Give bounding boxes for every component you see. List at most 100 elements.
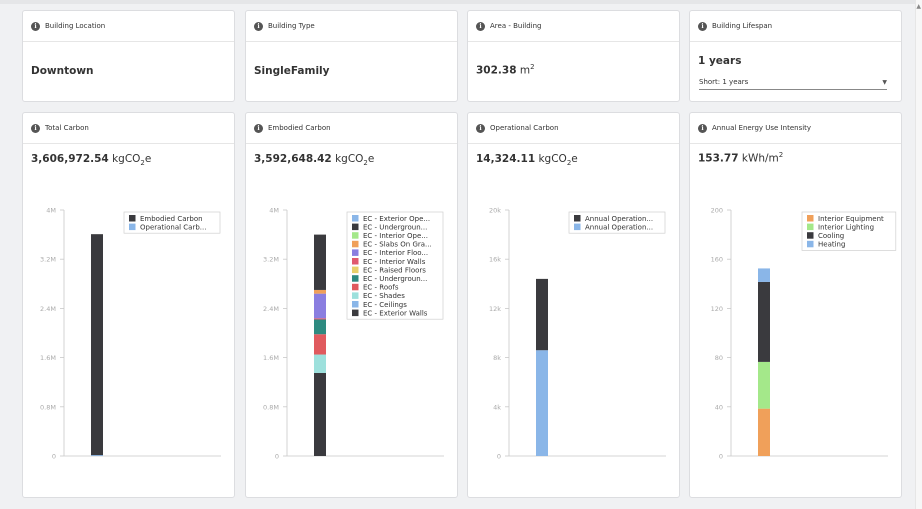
y-tick-label: 120: [711, 305, 723, 313]
y-tick-label: 2.4M: [40, 305, 56, 313]
legend-label: EC - Roofs: [363, 284, 399, 292]
y-tick-label: 0: [497, 453, 501, 461]
card-value: 302.38 m2: [476, 63, 535, 77]
bar-segment[interactable]: [758, 361, 770, 409]
legend-swatch: [352, 215, 359, 222]
y-tick-label: 160: [711, 256, 723, 264]
total-carbon-chart: 0 0.8M 1.6M 2.4M 3.2M 4M Embodied CarbonOperat…: [40, 207, 221, 461]
bar-segment[interactable]: [91, 455, 103, 456]
card-value: 3,592,648.42 kgCO2e: [254, 153, 375, 168]
legend-label: Embodied Carbon: [140, 215, 203, 223]
bar-segment[interactable]: [536, 350, 548, 456]
bar-segment[interactable]: [758, 268, 770, 282]
card-header: i Total Carbon: [23, 113, 234, 144]
legend-swatch: [352, 283, 359, 291]
card-value: 153.77 kWh/m2: [698, 151, 784, 165]
lifespan-select[interactable]: Short: 1 years ▼: [699, 75, 887, 90]
bar-segment[interactable]: [314, 293, 326, 319]
legend-swatch: [129, 223, 136, 231]
legend-swatch: [352, 266, 359, 274]
bar-segment[interactable]: [758, 408, 770, 456]
card-title: Building Location: [45, 22, 106, 30]
legend-swatch: [807, 215, 814, 222]
embodied-carbon-chart: 00.8M1.6M2.4M3.2M4MEC - Exterior Ope...E…: [263, 207, 444, 461]
y-tick-label: 1.6M: [263, 354, 279, 362]
legend-label: EC - Exterior Walls: [363, 309, 428, 317]
y-tick-label: 8k: [493, 354, 501, 362]
card-value: Downtown: [31, 65, 94, 77]
legend-swatch: [807, 240, 814, 248]
legend-label: EC - Interior Floo...: [363, 249, 428, 257]
card-building-location: i Building Location Downtown: [22, 10, 235, 102]
info-icon[interactable]: i: [698, 123, 707, 133]
bar-segment[interactable]: [314, 234, 326, 290]
scroll-up-icon[interactable]: ▲: [916, 3, 921, 10]
legend-label: EC - Raised Floors: [363, 266, 426, 274]
card-total-carbon: i Total Carbon 3,606,972.54 kgCO2e 0 0.8M…: [22, 112, 235, 498]
info-icon[interactable]: i: [31, 21, 40, 31]
legend-label: EC - Interior Ope...: [363, 232, 428, 240]
card-title: Annual Energy Use Intensity: [712, 124, 812, 132]
legend-label: EC - Ceilings: [363, 301, 407, 309]
y-tick-label: 0: [52, 453, 56, 461]
y-tick-label: 2.4M: [263, 305, 279, 313]
info-icon[interactable]: i: [31, 123, 40, 133]
legend-label: Annual Operation...: [585, 215, 653, 223]
legend-swatch: [574, 215, 581, 222]
legend-swatch: [352, 223, 359, 231]
legend-label: Interior Equipment: [818, 215, 884, 223]
card-operational-carbon: i Operational Carbon 14,324.11 kgCO2e 0 4…: [467, 112, 680, 498]
y-tick-label: 0.8M: [40, 403, 56, 411]
card-header: i Operational Carbon: [468, 113, 679, 144]
card-embodied-carbon: i Embodied Carbon 3,592,648.42 kgCO2e 0 0…: [245, 112, 458, 498]
info-icon[interactable]: i: [698, 21, 707, 31]
card-value: 1 years: [698, 55, 742, 67]
bar-segment[interactable]: [314, 372, 326, 456]
card-header: i Building Type: [246, 11, 457, 42]
y-tick-label: 4M: [46, 207, 56, 215]
bar-segment[interactable]: [758, 281, 770, 362]
legend-label: Annual Operation...: [585, 223, 653, 231]
bar-segment[interactable]: [536, 278, 548, 351]
bar-segment[interactable]: [314, 318, 326, 320]
card-value: 3,606,972.54 kgCO2e: [31, 153, 152, 168]
card-building-type: i Building Type SingleFamily: [245, 10, 458, 102]
chevron-down-icon[interactable]: ▼: [882, 79, 887, 86]
legend-label: EC - Exterior Ope...: [363, 215, 430, 223]
info-icon[interactable]: i: [476, 21, 485, 31]
legend-swatch: [129, 215, 136, 222]
card-header: i Area - Building: [468, 11, 679, 42]
card-building-lifespan: i Building Lifespan 1 years Short: 1 yea…: [689, 10, 902, 102]
scrollbar[interactable]: ▲: [915, 0, 922, 509]
y-tick-label: 4k: [493, 403, 501, 411]
y-tick-label: 40: [715, 403, 723, 411]
y-tick-label: 16k: [489, 256, 501, 264]
legend-label: Interior Lighting: [818, 223, 874, 231]
legend-label: EC - Undergroun...: [363, 223, 427, 231]
y-tick-label: 0.8M: [263, 403, 279, 411]
info-icon[interactable]: i: [476, 123, 485, 133]
info-icon[interactable]: i: [254, 21, 263, 31]
legend-label: EC - Undergroun...: [363, 275, 427, 283]
legend-swatch: [352, 301, 359, 308]
card-header: i Building Lifespan: [690, 11, 901, 42]
y-tick-label: 3.2M: [263, 256, 279, 264]
y-tick-label: 80: [715, 354, 723, 362]
y-tick-label: 3.2M: [40, 256, 56, 264]
card-title: Building Type: [268, 22, 315, 30]
legend-swatch: [807, 232, 814, 239]
info-icon[interactable]: i: [254, 123, 263, 133]
legend-swatch: [807, 223, 814, 231]
bar-segment[interactable]: [314, 289, 326, 294]
legend-swatch: [352, 249, 359, 256]
card-value: 14,324.11 kgCO2e: [476, 153, 578, 168]
card-area-building: i Area - Building 302.38 m2: [467, 10, 680, 102]
bar-segment[interactable]: [314, 354, 326, 373]
y-tick-label: 200: [711, 207, 723, 215]
bar-segment[interactable]: [314, 319, 326, 335]
bar-segment[interactable]: [314, 334, 326, 355]
card-title: Operational Carbon: [490, 124, 559, 132]
legend-label: EC - Slabs On Gra...: [363, 241, 432, 249]
bar-segment[interactable]: [91, 234, 103, 456]
legend-label: Heating: [818, 241, 845, 249]
